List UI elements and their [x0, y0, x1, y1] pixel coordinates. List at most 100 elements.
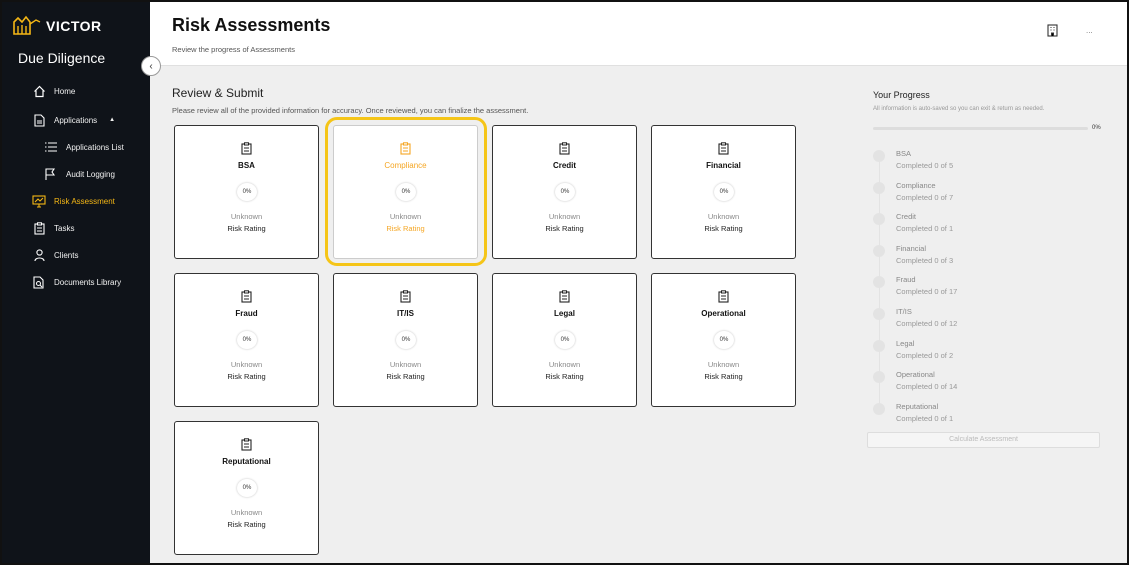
progress-step-compliance[interactable]: Compliance Completed 0 of 7 [873, 181, 1103, 209]
assessment-card-credit[interactable]: Credit 0% Unknown Risk Rating [492, 125, 637, 259]
sidebar-item-clients[interactable]: Clients [2, 244, 150, 266]
card-title: Legal [554, 309, 575, 318]
step-count: Completed 0 of 3 [896, 256, 954, 265]
card-rating-label: Risk Rating [704, 372, 743, 381]
sidebar-item-label: Applications [54, 115, 98, 125]
step-name: BSA [896, 149, 912, 158]
assessment-card-operational[interactable]: Operational 0% Unknown Risk Rating [651, 273, 796, 407]
progress-step-itis[interactable]: IT/IS Completed 0 of 12 [873, 307, 1103, 335]
building-icon[interactable] [1047, 24, 1058, 42]
step-count: Completed 0 of 14 [896, 382, 958, 391]
step-count: Completed 0 of 2 [896, 351, 954, 360]
card-title: Credit [552, 161, 577, 170]
card-title: Financial [706, 161, 741, 170]
progress-step-fraud[interactable]: Fraud Completed 0 of 17 [873, 275, 1103, 303]
assessment-card-compliance[interactable]: Compliance 0% Unknown Risk Rating [333, 125, 478, 259]
clipboard-icon [241, 438, 252, 456]
clipboard-icon [718, 290, 729, 308]
calculate-assessment-button[interactable]: Calculate Assessment [867, 432, 1100, 448]
sidebar-item-applications-list[interactable]: Applications List [2, 136, 150, 158]
progress-step-financial[interactable]: Financial Completed 0 of 3 [873, 244, 1103, 272]
sidebar-item-risk-assessment[interactable]: Risk Assessment [2, 190, 150, 212]
chevron-up-icon[interactable]: ▲ [109, 117, 115, 123]
step-count: Completed 0 of 1 [896, 224, 954, 233]
list-icon [44, 140, 58, 154]
step-count: Completed 0 of 5 [896, 161, 954, 170]
collapse-sidebar-button[interactable]: ‹ [141, 56, 161, 76]
overall-progress-percent: 0% [1092, 125, 1101, 131]
card-rating-label: Risk Rating [227, 372, 266, 381]
sidebar-item-applications[interactable]: Applications ▲ [2, 109, 150, 131]
home-icon [32, 84, 46, 98]
clipboard-icon [241, 290, 252, 308]
sidebar-item-label: Clients [54, 250, 79, 260]
step-name: Legal [896, 339, 915, 348]
page-subtitle: Review the progress of Assessments [172, 45, 295, 54]
sidebar-item-label: Applications List [66, 142, 124, 152]
card-status: Unknown [548, 360, 581, 369]
progress-step-reputational[interactable]: Reputational Completed 0 of 1 [873, 402, 1103, 430]
step-name: Operational [896, 370, 935, 379]
assessment-card-financial[interactable]: Financial 0% Unknown Risk Rating [651, 125, 796, 259]
progress-description: All information is auto-saved so you can… [873, 106, 1045, 112]
sidebar-item-label: Audit Logging [66, 169, 115, 179]
card-status: Unknown [389, 360, 422, 369]
card-progress-percent: 0% [555, 331, 575, 349]
card-title: Reputational [222, 457, 271, 466]
card-progress-percent: 0% [555, 183, 575, 201]
sidebar-item-tasks[interactable]: Tasks [2, 217, 150, 239]
brand-logo[interactable]: VICTOR [12, 14, 102, 38]
clipboard-icon [32, 221, 46, 235]
card-rating-label: Risk Rating [704, 224, 743, 233]
card-title: Compliance [384, 161, 427, 170]
card-rating-label: Risk Rating [386, 224, 425, 233]
sidebar-item-label: Home [54, 86, 76, 96]
progress-step-operational[interactable]: Operational Completed 0 of 14 [873, 370, 1103, 398]
clipboard-icon [241, 142, 252, 160]
page-title: Risk Assessments [172, 15, 331, 35]
card-title: Fraud [235, 309, 258, 318]
clipboard-icon [718, 142, 729, 160]
sidebar-item-home[interactable]: Home [2, 80, 150, 102]
card-status: Unknown [707, 360, 740, 369]
card-status: Unknown [389, 212, 422, 221]
progress-title: Your Progress [873, 90, 930, 100]
page-header: Risk Assessments Review the progress of … [150, 2, 1127, 66]
progress-step-bsa[interactable]: BSA Completed 0 of 5 [873, 149, 1103, 177]
card-progress-percent: 0% [237, 479, 257, 497]
more-options-icon[interactable]: ... [1086, 26, 1093, 35]
card-progress-percent: 0% [396, 183, 416, 201]
clipboard-icon [559, 290, 570, 308]
assessment-card-legal[interactable]: Legal 0% Unknown Risk Rating [492, 273, 637, 407]
assessment-card-reputational[interactable]: Reputational 0% Unknown Risk Rating [174, 421, 319, 555]
step-dot [873, 245, 885, 257]
step-dot [873, 182, 885, 194]
step-name: Compliance [896, 181, 936, 190]
card-progress-percent: 0% [237, 331, 257, 349]
step-name: Fraud [896, 275, 916, 284]
assessment-card-bsa[interactable]: BSA 0% Unknown Risk Rating [174, 125, 319, 259]
overall-progress-bar [873, 127, 1088, 130]
card-progress-percent: 0% [714, 331, 734, 349]
clipboard-icon [400, 142, 411, 160]
flag-icon [44, 167, 58, 181]
clipboard-icon [400, 290, 411, 308]
assessment-card-itis[interactable]: IT/IS 0% Unknown Risk Rating [333, 273, 478, 407]
sidebar-item-documents-library[interactable]: Documents Library [2, 271, 150, 293]
progress-step-legal[interactable]: Legal Completed 0 of 2 [873, 339, 1103, 367]
step-name: IT/IS [896, 307, 912, 316]
section-description: Please review all of the provided inform… [172, 106, 529, 115]
sidebar-item-audit-logging[interactable]: Audit Logging [2, 163, 150, 185]
user-icon [32, 248, 46, 262]
step-dot [873, 276, 885, 288]
card-title: IT/IS [397, 309, 414, 318]
brand-name: VICTOR [46, 18, 102, 34]
progress-step-credit[interactable]: Credit Completed 0 of 1 [873, 212, 1103, 240]
step-name: Credit [896, 212, 917, 221]
card-rating-label: Risk Rating [227, 224, 266, 233]
assessment-card-fraud[interactable]: Fraud 0% Unknown Risk Rating [174, 273, 319, 407]
chevron-left-icon: ‹ [149, 60, 153, 72]
step-count: Completed 0 of 17 [896, 287, 958, 296]
card-title: BSA [238, 161, 255, 170]
card-rating-label: Risk Rating [545, 224, 584, 233]
